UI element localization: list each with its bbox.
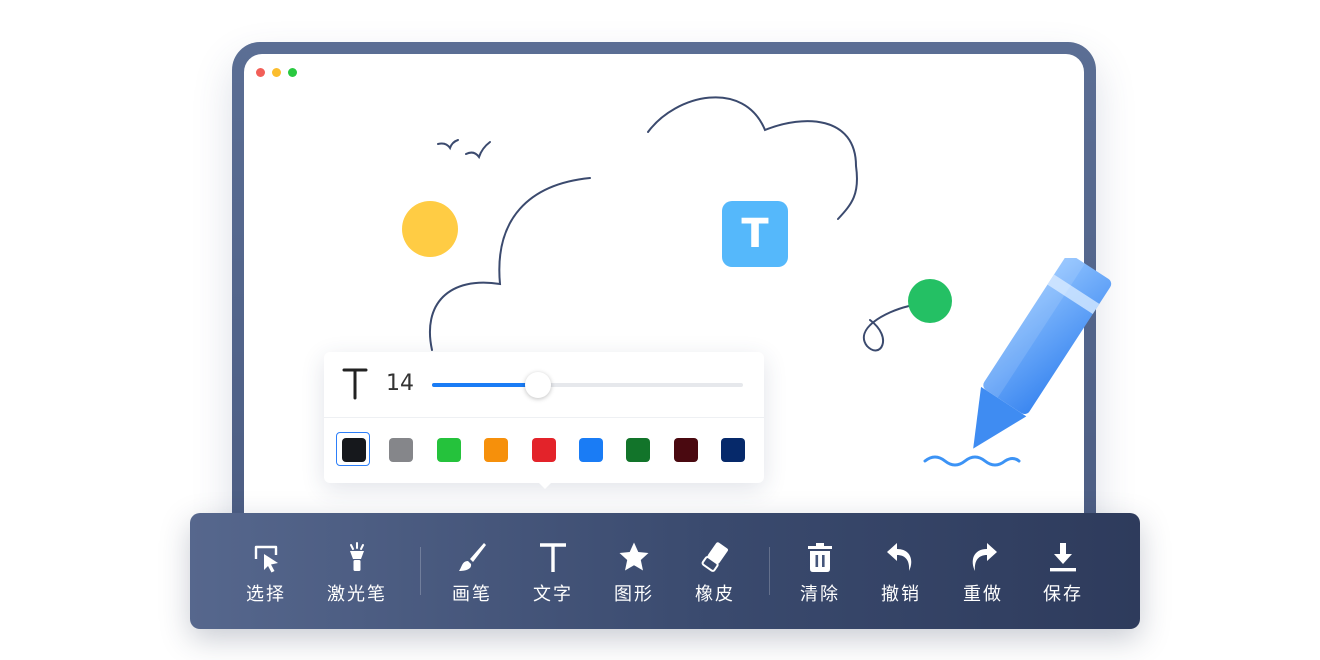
color-swatch[interactable]	[478, 432, 512, 466]
color-swatch-fill	[626, 438, 651, 462]
save-button[interactable]: 保存	[1018, 541, 1108, 611]
laser-pointer-button[interactable]: 激光笔	[312, 541, 402, 611]
trash-icon	[808, 543, 832, 572]
undo-button[interactable]: 撤销	[856, 541, 946, 611]
text-settings-panel: 14	[324, 352, 764, 483]
color-swatch[interactable]	[383, 432, 417, 466]
color-swatch[interactable]	[668, 432, 702, 466]
text-button[interactable]: 文字	[508, 541, 598, 611]
laser-pointer-label: 激光笔	[327, 584, 387, 605]
brush-label: 画笔	[452, 584, 492, 605]
color-swatch-fill	[579, 438, 603, 462]
clear-label: 清除	[800, 584, 840, 605]
shape-button[interactable]: 图形	[589, 541, 679, 611]
color-swatch[interactable]	[573, 432, 607, 466]
save-label: 保存	[1043, 584, 1083, 605]
color-swatch-fill	[721, 438, 746, 462]
color-swatch-fill	[389, 438, 414, 462]
redo-button[interactable]: 重做	[938, 541, 1028, 611]
font-size-value: 14	[386, 371, 414, 396]
font-size-slider[interactable]	[432, 372, 743, 398]
slider-fill	[432, 383, 538, 387]
pencil-illustration-icon	[923, 258, 1112, 467]
toolbar-divider	[420, 547, 421, 595]
redo-label: 重做	[963, 584, 1003, 605]
color-swatch-fill	[342, 438, 366, 462]
select-pointer-icon	[254, 545, 278, 573]
color-swatch-fill	[673, 438, 698, 462]
text-icon	[540, 543, 566, 572]
star-shape-icon	[619, 542, 649, 571]
color-swatch[interactable]	[715, 432, 749, 466]
select-button[interactable]: 选择	[221, 541, 311, 611]
sun-shape[interactable]	[402, 201, 458, 257]
download-save-icon	[1050, 543, 1076, 572]
text-label: 文字	[533, 584, 573, 605]
color-swatch[interactable]	[431, 432, 465, 466]
color-swatch[interactable]	[620, 432, 654, 466]
bottom-toolbar: 选择 激光笔 画笔 文字 图形 橡皮 清除 撤销 重做 保存	[190, 513, 1140, 629]
brush-button[interactable]: 画笔	[427, 541, 517, 611]
brush-icon	[459, 543, 486, 571]
clear-button[interactable]: 清除	[775, 541, 865, 611]
color-swatch-fill	[531, 438, 556, 462]
select-label: 选择	[246, 584, 286, 605]
panel-pointer	[536, 480, 554, 489]
color-swatch[interactable]	[336, 432, 370, 466]
text-t-icon	[342, 368, 368, 400]
laser-pointer-icon	[350, 542, 364, 571]
toolbar-divider	[769, 547, 770, 595]
color-swatch-fill	[436, 438, 461, 462]
undo-label: 撤销	[881, 584, 921, 605]
eraser-icon	[701, 542, 728, 572]
undo-icon	[887, 543, 912, 571]
color-palette	[336, 432, 756, 470]
eraser-label: 橡皮	[695, 584, 735, 605]
redo-icon	[972, 543, 997, 571]
color-swatch[interactable]	[526, 432, 560, 466]
text-badge-icon[interactable]: T	[722, 201, 788, 267]
slider-thumb[interactable]	[524, 372, 551, 398]
color-swatch-fill	[484, 438, 509, 462]
eraser-button[interactable]: 橡皮	[670, 541, 760, 611]
shape-label: 图形	[614, 584, 654, 605]
